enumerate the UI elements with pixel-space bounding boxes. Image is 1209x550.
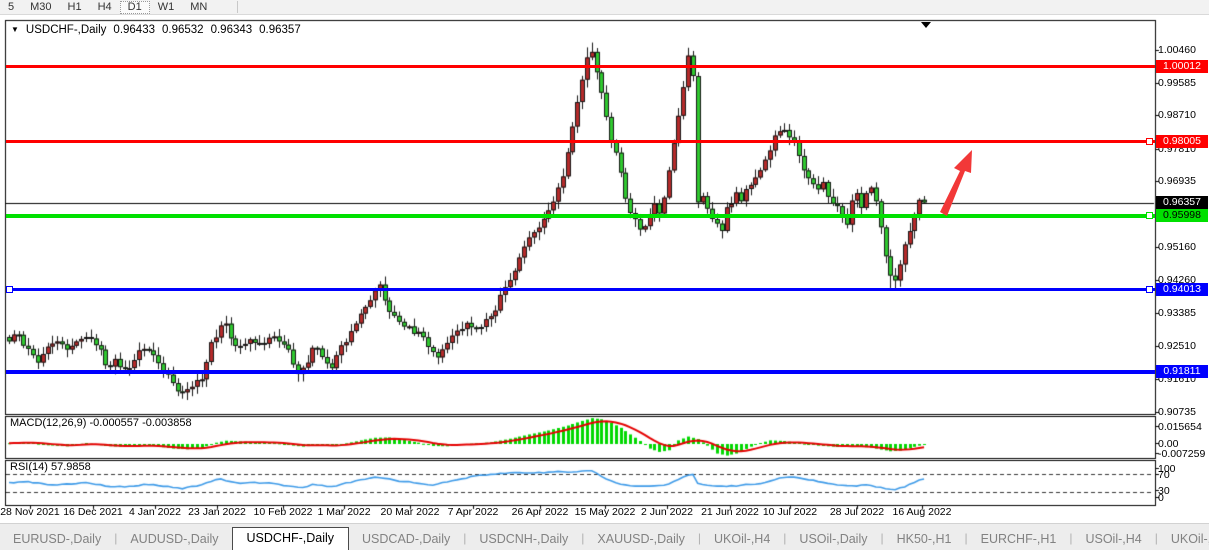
tab-usoil-daily[interactable]: USOil-,Daily [786, 529, 880, 550]
tab-usdcad-daily[interactable]: USDCAD-,Daily [349, 529, 463, 550]
tab-usdchf-daily[interactable]: USDCHF-,Daily [232, 527, 350, 550]
chart-symbol-label: USDCHF-,Daily [26, 24, 107, 36]
rsi-label: RSI(14) 57.9858 [10, 461, 91, 473]
price-axis-tick: 0.90735 [1158, 406, 1208, 418]
tab-eurchf-h1[interactable]: EURCHF-,H1 [968, 529, 1070, 550]
chart-title: ▼ USDCHF-,Daily 0.96433 0.96532 0.96343 0.963… [11, 24, 301, 36]
timeframe-button-D1[interactable]: D1 [120, 1, 150, 14]
price-axis-tick: 0.99585 [1158, 77, 1208, 89]
price-axis-badge-0.96357: 0.96357 [1156, 196, 1208, 209]
line-handle[interactable] [1146, 138, 1153, 145]
tab-usoil-h4[interactable]: USOil-,H4 [1072, 529, 1154, 550]
rsi-axis-label: 0 [1158, 492, 1208, 504]
price-axis-tick: 0.92510 [1158, 340, 1208, 352]
tab-xauusd-daily[interactable]: XAUUSD-,Daily [584, 529, 698, 550]
price-level-line-0.95998[interactable] [6, 214, 1155, 218]
price-axis-badge-1.00012: 1.00012 [1156, 60, 1208, 73]
price-level-line-0.94013[interactable] [6, 288, 1155, 291]
timeframe-toolbar: 5M30H1H4D1W1MN [0, 0, 1209, 15]
price-axis-badge-0.91811: 0.91811 [1156, 365, 1208, 378]
tab-usdcnh-daily[interactable]: USDCNH-,Daily [466, 529, 581, 550]
price-level-line-0.98005[interactable] [6, 140, 1155, 143]
price-axis-tick: 1.00460 [1158, 44, 1208, 56]
ohlc-close: 0.96357 [259, 24, 301, 36]
price-level-line-1.00012[interactable] [6, 65, 1155, 68]
price-axis-tick: 0.98710 [1158, 109, 1208, 121]
timeframe-button-MN[interactable]: MN [182, 1, 215, 14]
price-axis-tick: 0.95160 [1158, 241, 1208, 253]
tab-hk50-h1[interactable]: HK50-,H1 [884, 529, 965, 550]
timeframe-button-H4[interactable]: H4 [90, 1, 120, 14]
price-axis-badge-0.98005: 0.98005 [1156, 135, 1208, 148]
timeframe-button-5[interactable]: 5 [0, 1, 22, 14]
price-axis-tick: 0.96935 [1158, 175, 1208, 187]
macd-label: MACD(12,26,9) -0.000557 -0.003858 [10, 417, 192, 429]
tab-ukoil-h4[interactable]: UKOil-,H4 [1158, 529, 1209, 550]
macd-signal-value: -0.003858 [142, 417, 192, 429]
rsi-axis-label: 70 [1158, 469, 1208, 481]
chart-shift-marker-icon[interactable] [921, 22, 931, 28]
line-handle[interactable] [6, 286, 13, 293]
tab-audusd-daily[interactable]: AUDUSD-,Daily [117, 529, 231, 550]
macd-axis-label: 0.015654 [1158, 421, 1208, 433]
timeframe-button-M30[interactable]: M30 [22, 1, 59, 14]
macd-axis-label: -0.007259 [1158, 448, 1208, 460]
date-axis-label: 16 Aug 2022 [882, 506, 962, 518]
toolbar-divider [237, 1, 238, 13]
chart-canvas[interactable] [0, 0, 1209, 549]
line-handle[interactable] [1146, 212, 1153, 219]
ohlc-low: 0.96343 [211, 24, 253, 36]
tab-eurusd-daily[interactable]: EURUSD-,Daily [0, 529, 114, 550]
price-axis-tick: 0.93385 [1158, 307, 1208, 319]
timeframe-button-H1[interactable]: H1 [60, 1, 90, 14]
price-level-line-0.91811[interactable] [6, 370, 1155, 374]
price-axis-badge-0.94013: 0.94013 [1156, 283, 1208, 296]
price-axis-badge-0.95998: 0.95998 [1156, 209, 1208, 222]
line-handle[interactable] [1146, 286, 1153, 293]
timeframe-button-W1[interactable]: W1 [150, 1, 183, 14]
trend-arrow-annotation[interactable] [936, 148, 982, 220]
chart-menu-icon[interactable]: ▼ [11, 25, 19, 34]
rsi-value: 57.9858 [51, 461, 91, 473]
chart-tab-bar: EURUSD-,Daily|AUDUSD-,DailyUSDCHF-,Daily… [0, 523, 1209, 550]
terminal-window: 5M30H1H4D1W1MN ▼ USDCHF-,Daily 0.96433 0.96… [0, 0, 1209, 549]
macd-main-value: -0.000557 [89, 417, 139, 429]
tab-ukoil-h4[interactable]: UKOil-,H4 [701, 529, 783, 550]
ohlc-open: 0.96433 [113, 24, 155, 36]
ohlc-high: 0.96532 [162, 24, 204, 36]
